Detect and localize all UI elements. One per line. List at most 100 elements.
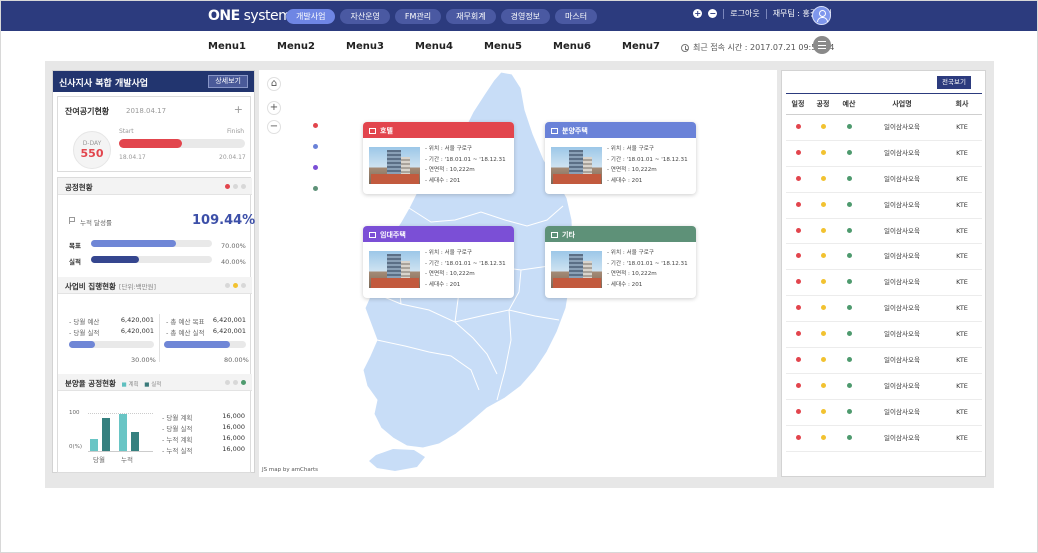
divider <box>723 8 725 19</box>
total-budget-label: - 총 예산 목표 <box>166 318 205 326</box>
start-date: 18.04.17 <box>119 154 146 161</box>
budget-bar-left <box>69 341 154 348</box>
table-row[interactable]: 일이삼사오육 KTE <box>786 270 982 297</box>
sales-item-value: 16,000 <box>222 423 245 431</box>
popup-header: 호텔 <box>363 122 514 138</box>
hamburger-menu-icon[interactable] <box>813 36 831 54</box>
map-credit[interactable]: JS map by amCharts <box>262 467 318 473</box>
table-row[interactable]: 일이삼사오육 KTE <box>786 296 982 323</box>
budget-status-dot <box>836 115 862 140</box>
top-nav-item-asset[interactable]: 자산운영 <box>340 9 390 24</box>
project-popup-sale-housing[interactable]: 분양주택 - 위치 : 서울 구로구 - 기간 : '18.01.01 ~ '1… <box>545 122 696 194</box>
table-row[interactable]: 일이삼사오육 KTE <box>786 400 982 426</box>
map-area[interactable]: ⌂ + − 호텔 - 위치 : 서울 구로구 - 기간 : '18.01.01 … <box>259 70 777 477</box>
table-row[interactable]: 일이삼사오육 KTE <box>786 167 982 193</box>
process-status-dot <box>810 400 836 425</box>
top-nav-item-mgmt[interactable]: 경영정보 <box>500 9 551 24</box>
company-cell: KTE <box>956 330 968 339</box>
plus-icon[interactable]: + <box>234 103 243 116</box>
logout-link[interactable]: 로그아웃 <box>730 8 759 19</box>
popup-period: - 기간 : '18.01.01 ~ '18.12.31 <box>425 156 506 163</box>
table-row[interactable]: 일이삼사오육 KTE <box>786 193 982 219</box>
budget-status-dot <box>836 244 862 269</box>
menu-item-4[interactable]: Menu4 <box>415 41 484 52</box>
table-row[interactable]: 일이삼사오육 KTE <box>786 141 982 167</box>
clock-icon <box>681 43 689 52</box>
budget-bar-right <box>164 341 246 348</box>
logo[interactable]: ONE system <box>208 8 292 24</box>
total-budget-value: 6,420,001 <box>212 316 246 324</box>
menu-item-1[interactable]: Menu1 <box>208 41 277 52</box>
zoom-out-icon[interactable]: − <box>708 9 718 18</box>
popup-location: - 위치 : 서울 구로구 <box>425 250 473 256</box>
table-row[interactable]: 일이삼사오육 KTE <box>786 374 982 400</box>
zoom-in-icon[interactable]: + <box>693 9 703 18</box>
popup-info: - 위치 : 서울 구로구 - 기간 : '18.01.01 ~ '18.12.… <box>607 144 688 187</box>
detail-view-button[interactable]: 상세보기 <box>208 75 248 88</box>
schedule-status-dot <box>786 270 810 295</box>
table-row[interactable]: 일이삼사오육 KTE <box>786 322 982 349</box>
budget-right-percent: 80.00% <box>224 356 249 364</box>
budget-section-header: 사업비 집행현황 [단위:백만원] <box>58 277 252 294</box>
top-nav-item-dev[interactable]: 개발사업 <box>286 9 336 24</box>
company-cell: KTE <box>956 123 968 131</box>
map-zoom-in-icon[interactable]: + <box>267 101 281 115</box>
table-row[interactable]: 일이삼사오육 KTE <box>786 244 982 271</box>
col-company: 회사 <box>955 100 969 108</box>
schedule-status-dot <box>786 296 810 321</box>
budget-status-dot <box>836 426 862 451</box>
top-bar: ONE system 개발사업 자산운영 FM관리 재무회계 경영정보 마스터 … <box>1 1 1037 31</box>
project-name-cell: 일이삼사오육 <box>884 226 920 235</box>
menu-item-2[interactable]: Menu2 <box>277 41 346 52</box>
building-photo <box>369 251 420 288</box>
sales-section-header: 분양율 공정현황 ■ 계획 ■ 실적 <box>58 374 252 391</box>
process-status-dot <box>810 141 836 166</box>
chart-y-min: 0(%) <box>69 444 83 450</box>
company-cell: KTE <box>956 226 968 235</box>
project-popup-other[interactable]: 기타 - 위치 : 서울 구로구 - 기간 : '18.01.01 ~ '18.… <box>545 226 696 298</box>
project-popup-hotel[interactable]: 호텔 - 위치 : 서울 구로구 - 기간 : '18.01.01 ~ '18.… <box>363 122 514 194</box>
budget-status-dot <box>836 322 862 347</box>
remaining-progress-fill <box>119 139 182 148</box>
menu-item-5[interactable]: Menu5 <box>484 41 553 52</box>
cumulative-label: 누적 달성률 <box>80 219 112 227</box>
menu-items: Menu1 Menu2 Menu3 Menu4 Menu5 Menu6 Menu… <box>208 41 691 52</box>
top-nav-item-master[interactable]: 마스터 <box>555 9 598 24</box>
budget-status-dot <box>836 374 862 399</box>
top-nav-item-finance[interactable]: 재무회계 <box>446 9 496 24</box>
popup-area: - 연면적 : 10,222m <box>607 167 657 174</box>
company-cell: KTE <box>956 304 968 313</box>
budget-status-dot <box>836 270 862 295</box>
map-zoom-out-icon[interactable]: − <box>267 120 281 134</box>
monthly-actual-label: - 당월 실적 <box>69 329 100 337</box>
pager-dots[interactable] <box>225 380 246 385</box>
nationwide-view-button[interactable]: 전국보기 <box>937 76 971 89</box>
avatar-icon[interactable] <box>812 6 831 25</box>
total-actual-value: 6,420,001 <box>212 327 246 335</box>
menu-item-3[interactable]: Menu3 <box>346 41 415 52</box>
home-icon[interactable]: ⌂ <box>267 77 281 91</box>
menu-item-6[interactable]: Menu6 <box>553 41 622 52</box>
table-row[interactable]: 일이삼사오육 KTE <box>786 115 982 141</box>
schedule-status-dot <box>786 167 810 192</box>
sales-item-label: - 당월 계획 <box>162 414 193 422</box>
bar-monthly-plan <box>90 439 98 451</box>
popup-period: - 기간 : '18.01.01 ~ '18.12.31 <box>607 260 688 267</box>
pager-dots[interactable] <box>225 283 246 288</box>
process-status-dot <box>810 426 836 451</box>
top-nav-item-fm[interactable]: FM관리 <box>394 9 442 24</box>
budget-status-dot <box>836 400 862 425</box>
building-icon <box>369 232 376 238</box>
x-label-monthly: 당월 <box>93 456 105 464</box>
legend-dot-hotel <box>313 123 318 128</box>
project-title: 신사지사 복합 개발사업 <box>59 79 149 89</box>
table-row[interactable]: 일이삼사오육 KTE <box>786 219 982 245</box>
table-row[interactable]: 일이삼사오육 KTE <box>786 426 982 452</box>
dday-label: D-DAY <box>82 140 102 147</box>
table-row[interactable]: 일이삼사오육 KTE <box>786 348 982 374</box>
project-popup-rental-housing[interactable]: 임대주택 - 위치 : 서울 구로구 - 기간 : '18.01.01 ~ '1… <box>363 226 514 298</box>
budget-left-percent: 30.00% <box>131 356 156 364</box>
korea-map[interactable] <box>259 70 777 477</box>
company-cell: KTE <box>956 252 968 261</box>
pager-dots[interactable] <box>225 184 246 189</box>
